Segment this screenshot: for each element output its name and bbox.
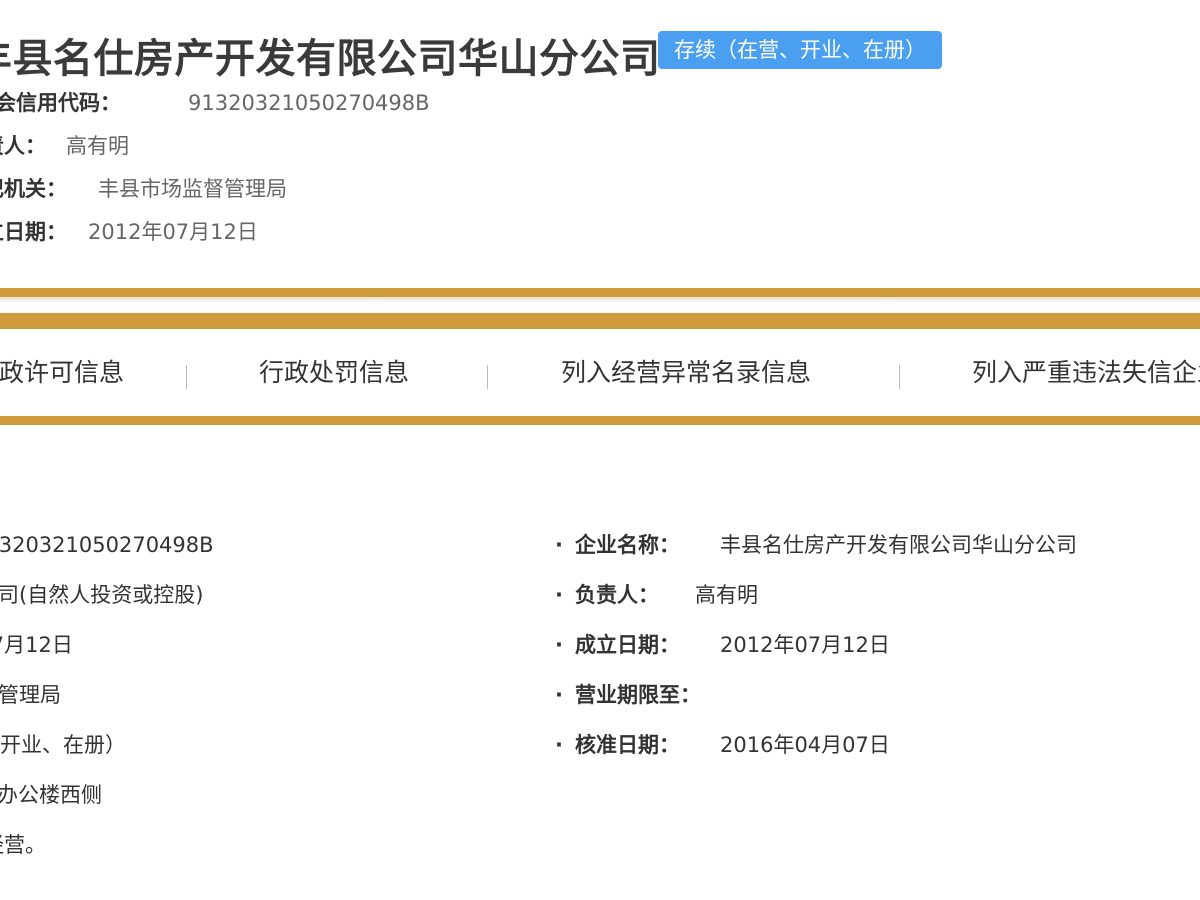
detail-value: 2012年07月12日 xyxy=(720,633,890,657)
detail-value: 有限责任公司分公司(自然人投资或控股) xyxy=(0,583,204,607)
detail-label: 企业名称： xyxy=(575,533,680,557)
detail-value: 存续（在营、开业、在册） xyxy=(0,733,126,757)
info-label: 成立日期： xyxy=(0,220,67,244)
company-title: 丰县名仕房产开发有限公司华山分公司 xyxy=(0,36,661,82)
company-header: 丰县名仕房产开发有限公司华山分公司 存续（在营、开业、在册） 统一社会信用代码：… xyxy=(0,0,1200,290)
tabs-top-border xyxy=(0,313,1200,329)
info-value: 丰县市场监督管理局 xyxy=(98,177,287,201)
detail-label: 营业期限至： xyxy=(575,683,701,707)
bullet: · xyxy=(555,533,563,557)
detail-value: 丰县名仕房产开发有限公司华山分公司 xyxy=(720,533,1077,557)
tab-separator xyxy=(899,365,900,389)
detail-value: 丰县市场监督管理局 xyxy=(0,683,61,707)
tab-separator xyxy=(186,365,187,389)
tab-abnormal-operation[interactable]: 列入经营异常名录信息 xyxy=(561,357,811,389)
info-value: 高有明 xyxy=(66,134,129,158)
divider-shadow xyxy=(0,297,1200,303)
tabs-bottom-border xyxy=(0,416,1200,425)
info-tabs: 行政许可信息 行政处罚信息 列入经营异常名录信息 列入严重违法失信企业名单信息 xyxy=(0,329,1200,416)
detail-value: 丰县华山镇人民政府办公楼西侧 xyxy=(0,783,102,807)
info-label: 登记机关： xyxy=(0,177,67,201)
info-label: 统一社会信用代码： xyxy=(0,91,121,115)
detail-value: 在总公司经营范围内经营。 xyxy=(0,833,46,857)
detail-value: 91320321050270498B xyxy=(0,533,214,557)
info-value: 91320321050270498B xyxy=(188,91,430,115)
detail-label: 成立日期： xyxy=(575,633,680,657)
tab-administrative-license[interactable]: 行政许可信息 xyxy=(0,357,124,389)
detail-label: 核准日期： xyxy=(575,733,680,757)
tab-administrative-penalty[interactable]: 行政处罚信息 xyxy=(259,357,409,389)
detail-value: 2016年04月07日 xyxy=(720,733,890,757)
bullet: · xyxy=(555,583,563,607)
divider-bar xyxy=(0,288,1200,297)
detail-value: 高有明 xyxy=(695,583,758,607)
bullet: · xyxy=(555,733,563,757)
details-section: 91320321050270498B 有限责任公司分公司(自然人投资或控股) 2… xyxy=(0,425,1200,900)
status-badge: 存续（在营、开业、在册） xyxy=(658,31,942,69)
tab-separator xyxy=(487,365,488,389)
info-label: 负责人： xyxy=(0,134,46,158)
detail-value: 2012年07月12日 xyxy=(0,633,73,657)
tab-serious-violation[interactable]: 列入严重违法失信企业名单信息 xyxy=(972,357,1200,389)
info-value: 2012年07月12日 xyxy=(88,220,258,244)
bullet: · xyxy=(555,683,563,707)
bullet: · xyxy=(555,633,563,657)
detail-label: 负责人： xyxy=(575,583,659,607)
